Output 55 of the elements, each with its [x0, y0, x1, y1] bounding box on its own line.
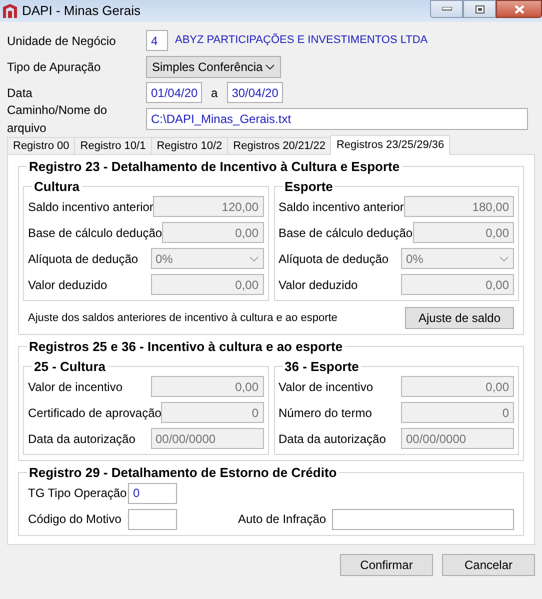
input-field[interactable]: 30/04/20 — [226, 82, 283, 103]
chevron-down-icon — [499, 256, 509, 262]
app-logo-icon — [2, 3, 18, 19]
dialog-button[interactable]: Cancelar — [442, 554, 535, 576]
field-label: Alíquota de dedução — [278, 250, 389, 268]
minimize-button[interactable] — [430, 0, 463, 18]
chevron-down-icon — [265, 64, 275, 70]
group-title: Esporte — [284, 178, 334, 196]
note-text: Ajuste dos saldos anteriores de incentivo à cultura e ao esporte — [28, 310, 338, 326]
field-label: TG Tipo Operação — [28, 485, 128, 502]
field-label: Caminho/Nome do arquivo — [7, 102, 108, 137]
field-label: Data da autorização — [28, 430, 136, 448]
group-title: Cultura — [33, 178, 80, 196]
close-button[interactable] — [496, 0, 542, 18]
field-label: Unidade de Negócio — [7, 32, 117, 50]
input-field[interactable]: 4 — [146, 30, 168, 51]
input-field[interactable]: 01/04/20 — [146, 82, 202, 103]
field-label: Base de cálculo dedução — [28, 224, 162, 242]
section-title: Registro 23 - Detalhamento de Incentivo à Cultura e Esporte — [28, 158, 401, 176]
field-label: Auto de Infração — [238, 511, 328, 528]
field-label: Valor de incentivo — [28, 378, 122, 396]
company-name: ABYZ PARTICIPAÇÕES E INVESTIMENTOS LTDA — [175, 32, 428, 48]
field-label: Valor de incentivo — [278, 378, 373, 396]
field-label: Data — [7, 84, 34, 102]
input-field[interactable]: C:\DAPI_Minas_Gerais.txt — [146, 108, 528, 130]
field-label: Código do Motivo — [28, 511, 122, 528]
section-title: Registro 29 - Detalhamento de Estorno de Crédito — [28, 464, 338, 482]
maximize-icon — [474, 4, 484, 14]
group-title: 36 - Esporte — [284, 358, 360, 376]
field-label: Base de cálculo dedução — [278, 224, 413, 242]
maximize-button[interactable] — [463, 0, 496, 18]
dialog-button[interactable]: Confirmar — [340, 554, 433, 576]
tab[interactable]: Registro 00 — [7, 137, 76, 155]
tab[interactable]: Registros 23/25/29/36 — [330, 135, 450, 155]
input-field[interactable] — [128, 508, 177, 530]
field-label: Valor deduzido — [278, 276, 358, 294]
minimize-icon — [442, 7, 452, 11]
field-label: Data da autorização — [278, 430, 386, 448]
field-label: Valor deduzido — [28, 276, 108, 294]
field-label: Certificado de aprovação — [28, 404, 162, 422]
window-title: DAPI - Minas Gerais — [22, 2, 140, 20]
field-label: Número do termo — [278, 404, 372, 422]
dropdown[interactable]: Simples Conferência — [146, 56, 281, 78]
adjust-balance-button[interactable]: Ajuste de saldo — [405, 307, 514, 329]
input-field[interactable]: 0 — [128, 482, 177, 504]
input-field[interactable] — [332, 508, 514, 530]
field-label: Tipo de Apuração — [7, 58, 102, 76]
field-label: Alíquota de dedução — [28, 250, 138, 268]
field-label: Saldo incentivo anterior — [28, 198, 154, 216]
chevron-down-icon — [248, 256, 258, 262]
field-label: Saldo incentivo anterior — [278, 198, 404, 216]
close-icon — [514, 4, 524, 14]
section-title: Registros 25 e 36 - Incentivo à cultura e ao esporte — [28, 338, 344, 356]
range-separator: a — [211, 84, 218, 102]
group-title: 25 - Cultura — [33, 358, 107, 376]
